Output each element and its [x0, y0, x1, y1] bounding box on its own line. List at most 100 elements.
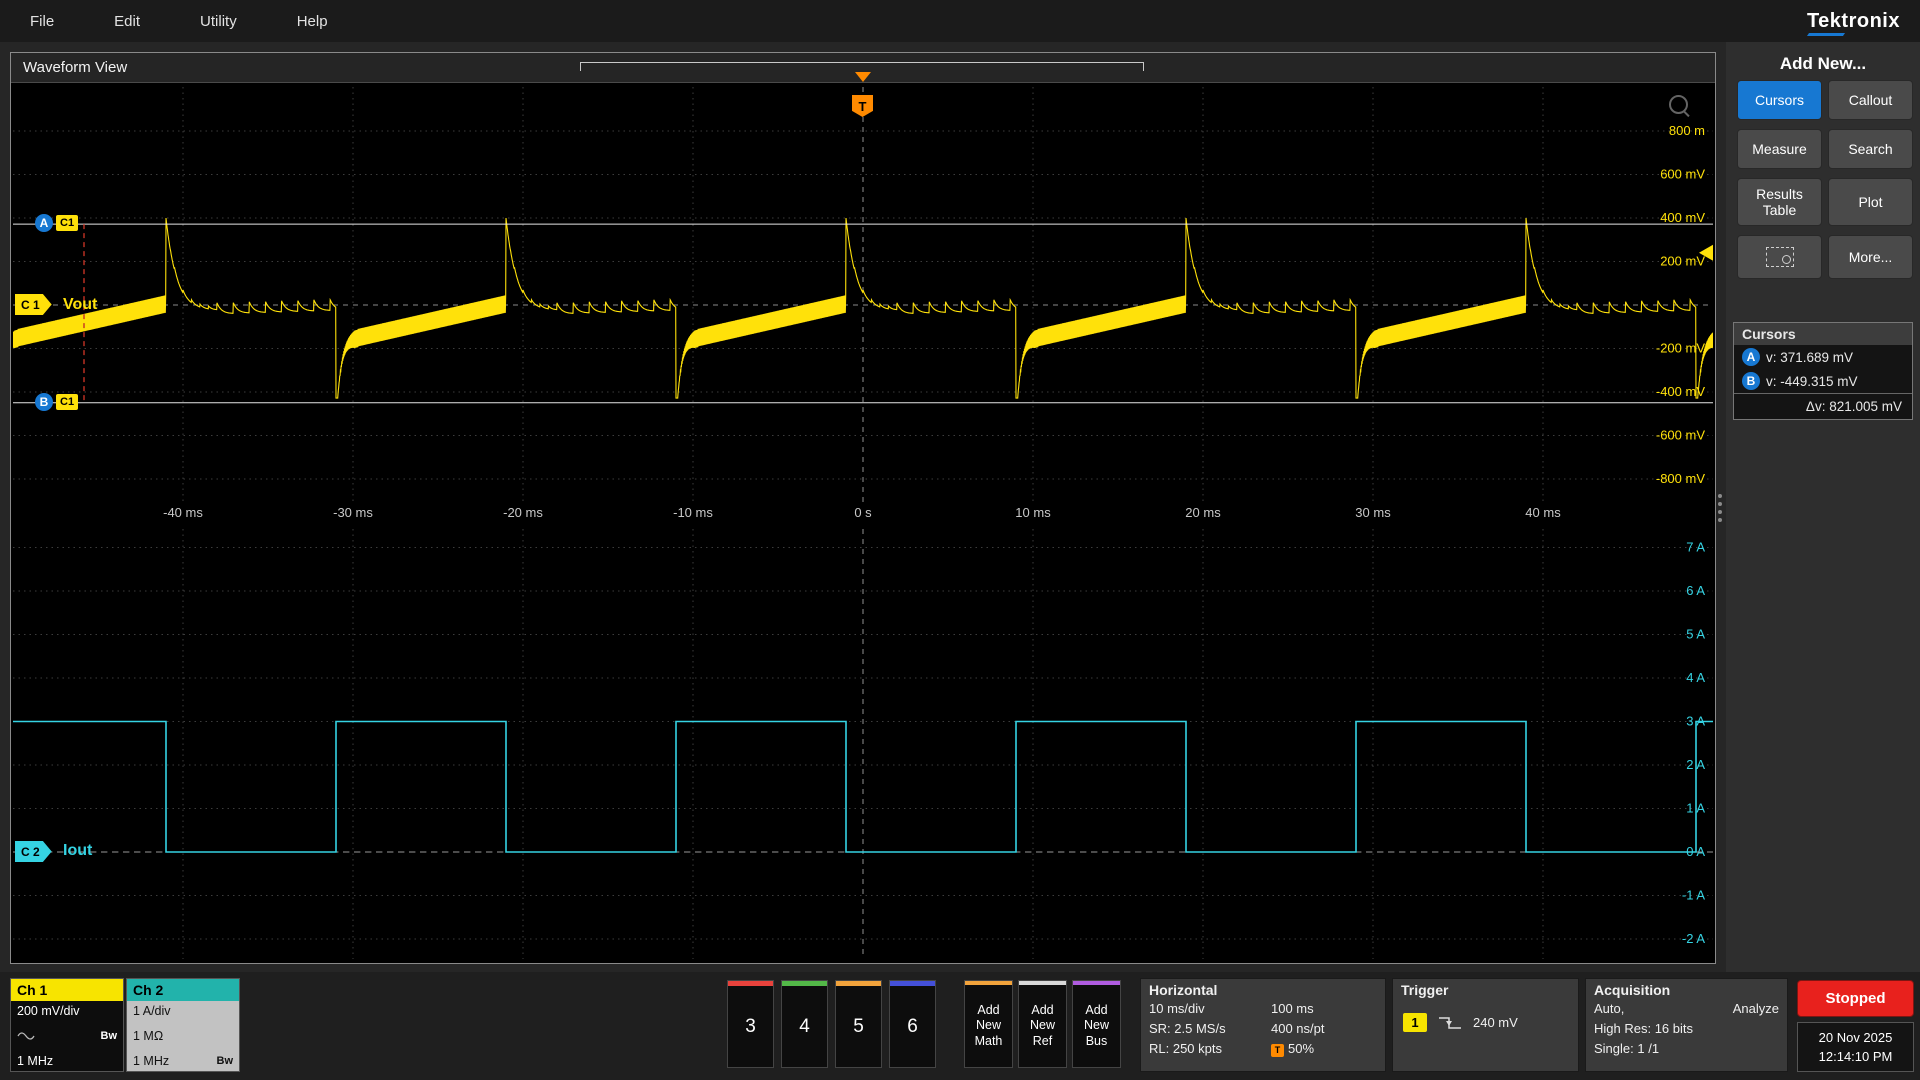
ch1-trace-label: Vout — [63, 296, 97, 314]
menu-edit[interactable]: Edit — [84, 0, 170, 42]
tektronix-logo: Tektronix — [1807, 10, 1900, 33]
ch5-button[interactable]: 5 — [835, 980, 882, 1068]
ch2-scale-label: -1 A — [1682, 888, 1705, 903]
cursor-delta-value: Δv: 821.005 mV — [1734, 393, 1912, 419]
falling-edge-icon — [1437, 1014, 1463, 1032]
menu-file[interactable]: File — [0, 0, 84, 42]
menu-bar: File Edit Utility Help Tektronix — [0, 0, 1920, 42]
ch1-scale-label: -600 mV — [1656, 428, 1705, 443]
trigger-panel[interactable]: Trigger 1 240 mV — [1392, 978, 1579, 1072]
add-new-ref-button[interactable]: Add New Ref — [1018, 980, 1067, 1068]
ch1-scale-label: -800 mV — [1656, 471, 1705, 486]
draw-a-box-icon — [1766, 247, 1794, 267]
horizontal-position-bar[interactable] — [580, 62, 1144, 71]
ch6-button[interactable]: 6 — [889, 980, 936, 1068]
sample-rate: SR: 2.5 MS/s — [1149, 1021, 1271, 1036]
waveform-plot-area[interactable]: -40 ms-30 ms-20 ms-10 ms0 s10 ms20 ms30 … — [13, 83, 1713, 961]
datetime-display[interactable]: 20 Nov 2025 12:14:10 PM — [1797, 1022, 1914, 1072]
ch4-button[interactable]: 4 — [781, 980, 828, 1068]
cursor-b-badge: B — [1742, 372, 1760, 390]
cursors-readout-title: Cursors — [1734, 323, 1912, 345]
ch1-bandwidth: 1 MHz — [17, 1054, 53, 1068]
draw-a-box-button[interactable] — [1737, 235, 1822, 279]
ch5-number: 5 — [836, 986, 881, 1067]
cursors-readout-panel: Cursors A v: 371.689 mV B v: -449.315 mV… — [1733, 322, 1913, 420]
cursor-a-readout-row: A v: 371.689 mV — [1734, 345, 1912, 369]
bandwidth-icon: Bw — [217, 1055, 234, 1067]
ch1-scale: 200 mV/div — [17, 1004, 80, 1018]
x-tick-label: 30 ms — [1355, 505, 1391, 520]
x-tick-label: -10 ms — [673, 505, 713, 520]
ch1-header[interactable]: Ch 1 — [11, 979, 123, 1001]
ch1-badge[interactable]: Ch 1 200 mV/div Bw 1 MHz — [10, 978, 124, 1072]
cursor-b-badge[interactable]: B — [35, 393, 53, 411]
waveform-view-title: Waveform View — [23, 59, 127, 76]
measure-button[interactable]: Measure — [1737, 129, 1822, 169]
ch2-badge[interactable]: Ch 2 1 A/div 1 MΩ 1 MHz Bw — [126, 978, 240, 1072]
run-stop-button[interactable]: Stopped — [1797, 980, 1914, 1017]
record-length: RL: 250 kpts — [1149, 1041, 1271, 1057]
callout-button[interactable]: Callout — [1828, 80, 1913, 120]
x-tick-label: 20 ms — [1185, 505, 1221, 520]
add-new-math-label: Add New Math — [970, 985, 1008, 1067]
more-button[interactable]: More... — [1828, 235, 1913, 279]
cursor-b-value: v: -449.315 mV — [1766, 374, 1858, 389]
cursor-a-badge[interactable]: A — [35, 214, 53, 232]
add-new-ref-label: Add New Ref — [1024, 985, 1062, 1067]
horizontal-title: Horizontal — [1141, 979, 1385, 1001]
cursor-a-label[interactable]: A C1 — [35, 214, 78, 232]
trigger-position-arrow-icon[interactable] — [855, 72, 871, 82]
ch1-scale-label: -200 mV — [1656, 341, 1705, 356]
add-new-math-button[interactable]: Add New Math — [964, 980, 1013, 1068]
x-tick-label: 40 ms — [1525, 505, 1561, 520]
acquisition-single: Single: 1 /1 — [1586, 1041, 1787, 1061]
ch1-scale-label: 200 mV — [1660, 254, 1705, 269]
ch3-button[interactable]: 3 — [727, 980, 774, 1068]
menu-utility[interactable]: Utility — [170, 0, 267, 42]
add-new-title: Add New... — [1726, 54, 1920, 74]
cursor-a-value: v: 371.689 mV — [1766, 350, 1853, 365]
ch3-number: 3 — [728, 986, 773, 1067]
ch2-header[interactable]: Ch 2 — [127, 979, 239, 1001]
x-tick-label: 0 s — [854, 505, 872, 520]
add-new-bus-label: Add New Bus — [1078, 985, 1116, 1067]
x-tick-label: -30 ms — [333, 505, 373, 520]
horizontal-scale: 10 ms/div — [1149, 1001, 1271, 1016]
trigger-title: Trigger — [1393, 979, 1578, 1001]
right-sidebar: Add New... Cursors Callout Measure Searc… — [1726, 42, 1920, 972]
trigger-position-icon: T — [1271, 1044, 1284, 1057]
acquisition-mode: Auto, — [1594, 1001, 1624, 1016]
acquisition-analyze: Analyze — [1733, 1001, 1779, 1016]
ch1-scale-label: 400 mV — [1660, 210, 1705, 225]
cursors-button[interactable]: Cursors — [1737, 80, 1822, 120]
x-tick-label: -40 ms — [163, 505, 203, 520]
time-text: 12:14:10 PM — [1819, 1049, 1893, 1064]
ch2-scale-label: 5 A — [1686, 627, 1705, 642]
ch6-number: 6 — [890, 986, 935, 1067]
zoom-magnifier-icon[interactable] — [1669, 95, 1688, 114]
results-table-button[interactable]: Results Table — [1737, 178, 1822, 226]
bottom-settings-bar: Ch 1 200 mV/div Bw 1 MHz Ch 2 1 A/div 1 … — [0, 972, 1920, 1080]
search-button[interactable]: Search — [1828, 129, 1913, 169]
cursor-b-label[interactable]: B C1 — [35, 393, 78, 411]
cursor-a-channel-tag: C1 — [56, 215, 78, 231]
cursor-b-readout-row: B v: -449.315 mV — [1734, 369, 1912, 393]
menu-help[interactable]: Help — [267, 0, 358, 42]
date-text: 20 Nov 2025 — [1819, 1030, 1893, 1045]
add-new-bus-button[interactable]: Add New Bus — [1072, 980, 1121, 1068]
sample-resolution: 400 ns/pt — [1271, 1021, 1377, 1036]
trigger-position: T50% — [1271, 1041, 1377, 1057]
horizontal-panel[interactable]: Horizontal 10 ms/div 100 ms SR: 2.5 MS/s… — [1140, 978, 1386, 1072]
trigger-level: 240 mV — [1473, 1015, 1518, 1030]
ch4-number: 4 — [782, 986, 827, 1067]
ch2-scale-label: 6 A — [1686, 583, 1705, 598]
cursor-a-badge: A — [1742, 348, 1760, 366]
acquisition-title: Acquisition — [1586, 979, 1787, 1001]
ch2-bandwidth: 1 MHz — [133, 1054, 169, 1068]
panel-resize-handle[interactable] — [1716, 494, 1724, 522]
plot-button[interactable]: Plot — [1828, 178, 1913, 226]
ch2-scale: 1 A/div — [133, 1004, 171, 1018]
ch1-scale-label: 800 m — [1669, 123, 1705, 138]
acquisition-panel[interactable]: Acquisition Auto, Analyze High Res: 16 b… — [1585, 978, 1788, 1072]
trigger-source-badge: 1 — [1403, 1013, 1427, 1032]
